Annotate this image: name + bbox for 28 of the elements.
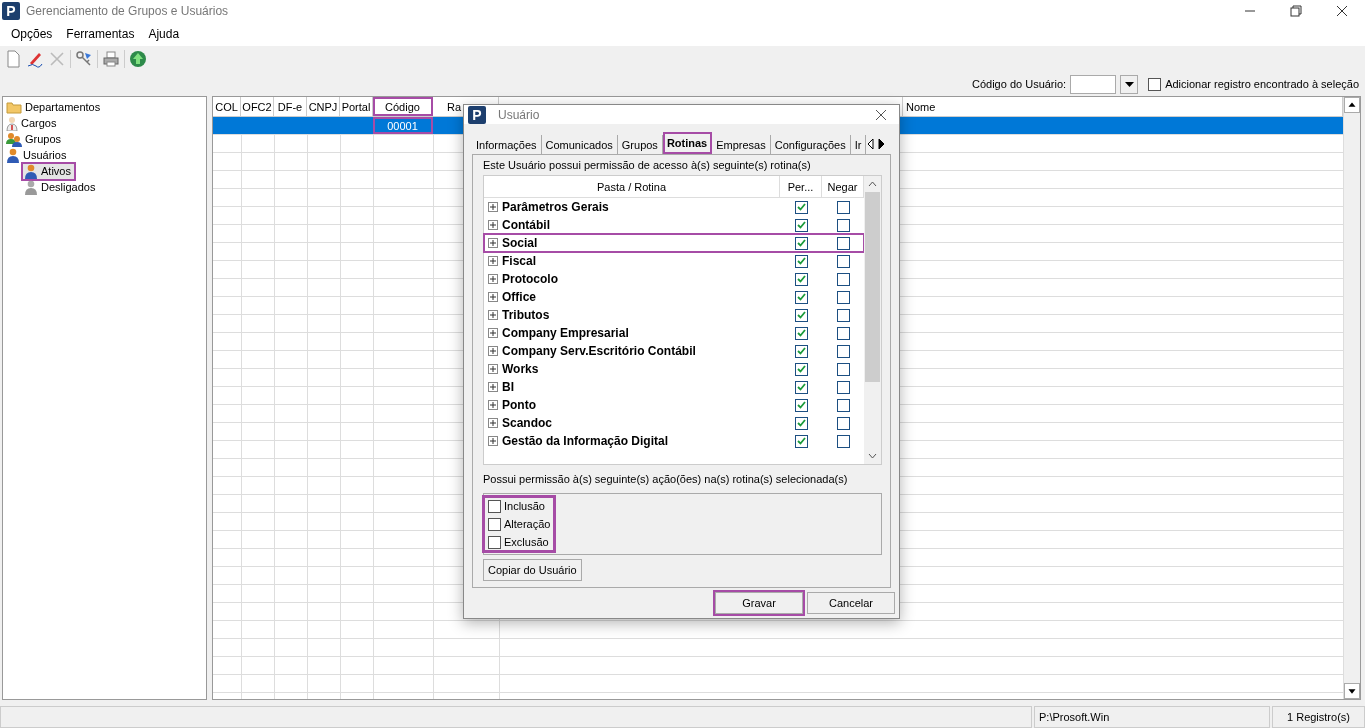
routine-name: Office <box>502 290 536 304</box>
routine-name: Gestão da Informação Digital <box>502 434 669 448</box>
table-cell: 00001 <box>373 117 433 134</box>
routine-name: Parâmetros Gerais <box>502 200 609 214</box>
dialog-title: Usuário <box>498 107 541 122</box>
status-path: P:\Prosoft.Win <box>1034 706 1270 728</box>
routine-name: Social <box>502 236 538 250</box>
routine-name: Works <box>502 362 539 376</box>
routine-name: Tributos <box>502 308 550 322</box>
routine-name: Fiscal <box>502 254 537 268</box>
routine-name: Company Empresarial <box>502 326 629 340</box>
app-logo: P <box>2 2 20 20</box>
checkbox-label: Exclusão <box>504 536 549 548</box>
routine-name: BI <box>502 380 514 394</box>
field-label: Código do Usuário: <box>972 78 1067 90</box>
checkbox-label: Adicionar registro encontrado à seleção <box>1165 78 1359 90</box>
section-label: Possui permissão à(s) seguinte(s) ação(ões) na(s) rotina(s) selecionada(s) <box>482 473 849 485</box>
checkbox-label: Alteração <box>504 518 551 530</box>
app-logo: P <box>468 105 486 124</box>
status-count: 1 Registro(s) <box>1272 706 1365 728</box>
routine-name: Protocolo <box>502 272 558 286</box>
routine-name: Company Serv.Escritório Contábil <box>502 344 696 358</box>
routine-name: Contábil <box>502 218 550 232</box>
section-label: Este Usuário possui permissão de acesso à(s) seguinte(s) rotina(s) <box>482 159 812 171</box>
window-title: Gerenciamento de Grupos e Usuários <box>26 4 230 18</box>
checkbox-label: Inclusão <box>504 500 545 512</box>
routine-name: Scandoc <box>502 416 552 430</box>
routine-name: Ponto <box>502 398 536 412</box>
